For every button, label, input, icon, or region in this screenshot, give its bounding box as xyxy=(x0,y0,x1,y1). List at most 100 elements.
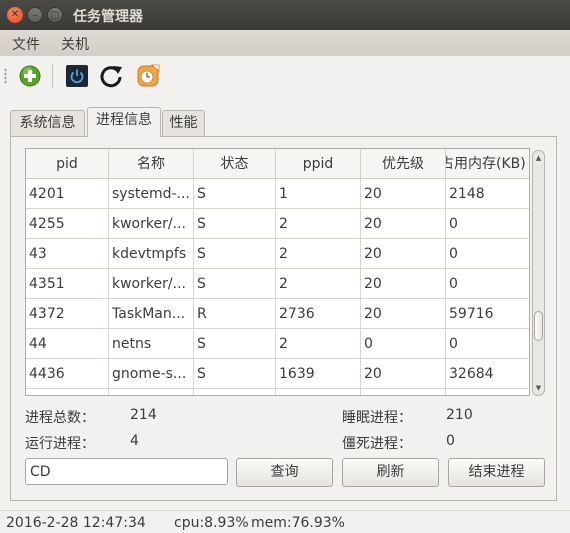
cell-priority xyxy=(361,389,446,395)
cell-priority: 20 xyxy=(361,299,446,329)
refresh-button[interactable]: 刷新 xyxy=(342,458,439,487)
menu-file[interactable]: 文件 xyxy=(12,34,40,54)
menu-bar: 文件 关机 xyxy=(0,30,570,56)
cell-memory: 0 xyxy=(446,239,529,269)
cell-name: netns xyxy=(109,329,194,359)
cell-state: S xyxy=(194,269,276,299)
cell-name: TaskMan... xyxy=(109,299,194,329)
zombie-processes-value: 0 xyxy=(446,433,455,449)
total-processes-value: 214 xyxy=(130,407,157,423)
cell-pid: 4255 xyxy=(26,209,109,239)
refresh-icon[interactable] xyxy=(97,62,125,90)
column-header-memory[interactable]: 占用内存(KB) xyxy=(446,149,529,179)
cell-pid: 44 xyxy=(26,329,109,359)
cell-priority: 20 xyxy=(361,209,446,239)
cell-priority: 20 xyxy=(361,269,446,299)
menu-shutdown[interactable]: 关机 xyxy=(61,34,89,54)
cell-state: S xyxy=(194,359,276,389)
cell-ppid xyxy=(276,389,361,395)
cell-name: gnome-s... xyxy=(109,359,194,389)
cell-state xyxy=(194,389,276,395)
table-row[interactable] xyxy=(26,389,529,395)
cell-memory: 2148 xyxy=(446,179,529,209)
clock-icon[interactable] xyxy=(134,62,162,90)
add-icon[interactable] xyxy=(16,62,44,90)
tab-process-info[interactable]: 进程信息 xyxy=(87,107,161,137)
sleeping-processes-label: 睡眠进程： xyxy=(342,410,412,426)
cell-priority: 20 xyxy=(361,179,446,209)
column-header-ppid[interactable]: ppid xyxy=(276,149,361,179)
table-row[interactable]: 4351 kworker/... S 2 20 0 xyxy=(26,269,529,299)
cell-ppid: 2 xyxy=(276,209,361,239)
scroll-up-icon[interactable]: ▲ xyxy=(533,152,544,164)
cell-pid: 4436 xyxy=(26,359,109,389)
process-table: pid 名称 状态 ppid 优先级 占用内存(KB) 4201 systemd-… xyxy=(25,148,530,396)
column-header-pid[interactable]: pid xyxy=(26,149,109,179)
status-mem: mem:76.93% xyxy=(251,515,345,531)
running-processes-label: 运行进程： xyxy=(25,436,95,452)
maximize-window-button[interactable]: □ xyxy=(47,7,63,23)
window-title: 任务管理器 xyxy=(73,9,143,25)
table-header: pid 名称 状态 ppid 优先级 占用内存(KB) xyxy=(26,149,529,179)
close-window-button[interactable]: ✕ xyxy=(7,7,23,23)
table-row[interactable]: 4436 gnome-s... S 1639 20 32684 xyxy=(26,359,529,389)
sleeping-processes-value: 210 xyxy=(446,407,473,423)
cell-priority: 20 xyxy=(361,359,446,389)
power-icon[interactable] xyxy=(63,62,91,90)
zombie-processes-label: 僵死进程： xyxy=(342,436,412,452)
cell-state: S xyxy=(194,179,276,209)
cell-memory: 0 xyxy=(446,329,529,359)
cell-ppid: 2 xyxy=(276,329,361,359)
table-row[interactable]: 43 kdevtmpfs S 2 20 0 xyxy=(26,239,529,269)
cell-state: S xyxy=(194,329,276,359)
scroll-down-icon[interactable]: ▼ xyxy=(533,382,544,394)
status-cpu: cpu:8.93% xyxy=(174,515,249,531)
cell-memory: 32684 xyxy=(446,359,529,389)
toolbar-separator xyxy=(52,64,53,88)
kill-process-button[interactable]: 结束进程 xyxy=(448,458,545,487)
tab-performance[interactable]: 性能 xyxy=(162,110,205,137)
table-row[interactable]: 44 netns S 2 0 0 xyxy=(26,329,529,359)
cell-name: kworker/... xyxy=(109,209,194,239)
minimize-window-button[interactable]: – xyxy=(27,7,43,23)
status-bar: 2016-2-28 12:47:34 cpu:8.93% mem:76.93% xyxy=(0,510,570,533)
cell-pid: 43 xyxy=(26,239,109,269)
table-row[interactable]: 4372 TaskMan... R 2736 20 59716 xyxy=(26,299,529,329)
search-button[interactable]: 查询 xyxy=(236,458,333,487)
column-header-priority[interactable]: 优先级 xyxy=(361,149,446,179)
running-processes-value: 4 xyxy=(130,433,139,449)
tab-system-info[interactable]: 系统信息 xyxy=(10,110,85,137)
cell-ppid: 1639 xyxy=(276,359,361,389)
cell-priority: 20 xyxy=(361,239,446,269)
cell-memory xyxy=(446,389,529,395)
cell-name: kdevtmpfs xyxy=(109,239,194,269)
cell-memory: 59716 xyxy=(446,299,529,329)
cell-ppid: 1 xyxy=(276,179,361,209)
cell-state: S xyxy=(194,239,276,269)
column-header-state[interactable]: 状态 xyxy=(194,149,276,179)
table-row[interactable]: 4201 systemd-... S 1 20 2148 xyxy=(26,179,529,209)
cell-name: systemd-... xyxy=(109,179,194,209)
cell-ppid: 2 xyxy=(276,269,361,299)
column-header-name[interactable]: 名称 xyxy=(109,149,194,179)
cell-pid: 4351 xyxy=(26,269,109,299)
toolbar-grip[interactable] xyxy=(4,68,7,84)
toolbar xyxy=(0,56,570,96)
table-row[interactable]: 4255 kworker/... S 2 20 0 xyxy=(26,209,529,239)
cell-priority: 0 xyxy=(361,329,446,359)
cell-state: S xyxy=(194,209,276,239)
cell-pid xyxy=(26,389,109,395)
cell-name xyxy=(109,389,194,395)
cell-memory: 0 xyxy=(446,209,529,239)
table-body: 4201 systemd-... S 1 20 2148 4255 kworker/... S 2… xyxy=(26,179,529,395)
table-scrollbar[interactable]: ▲ ▼ xyxy=(532,150,545,396)
cell-memory: 0 xyxy=(446,269,529,299)
total-processes-label: 进程总数： xyxy=(25,410,95,426)
status-datetime: 2016-2-28 12:47:34 xyxy=(6,515,146,531)
scrollbar-thumb[interactable] xyxy=(534,311,543,341)
cell-name: kworker/... xyxy=(109,269,194,299)
cell-pid: 4372 xyxy=(26,299,109,329)
process-search-input[interactable] xyxy=(25,458,228,485)
cell-pid: 4201 xyxy=(26,179,109,209)
cell-state: R xyxy=(194,299,276,329)
